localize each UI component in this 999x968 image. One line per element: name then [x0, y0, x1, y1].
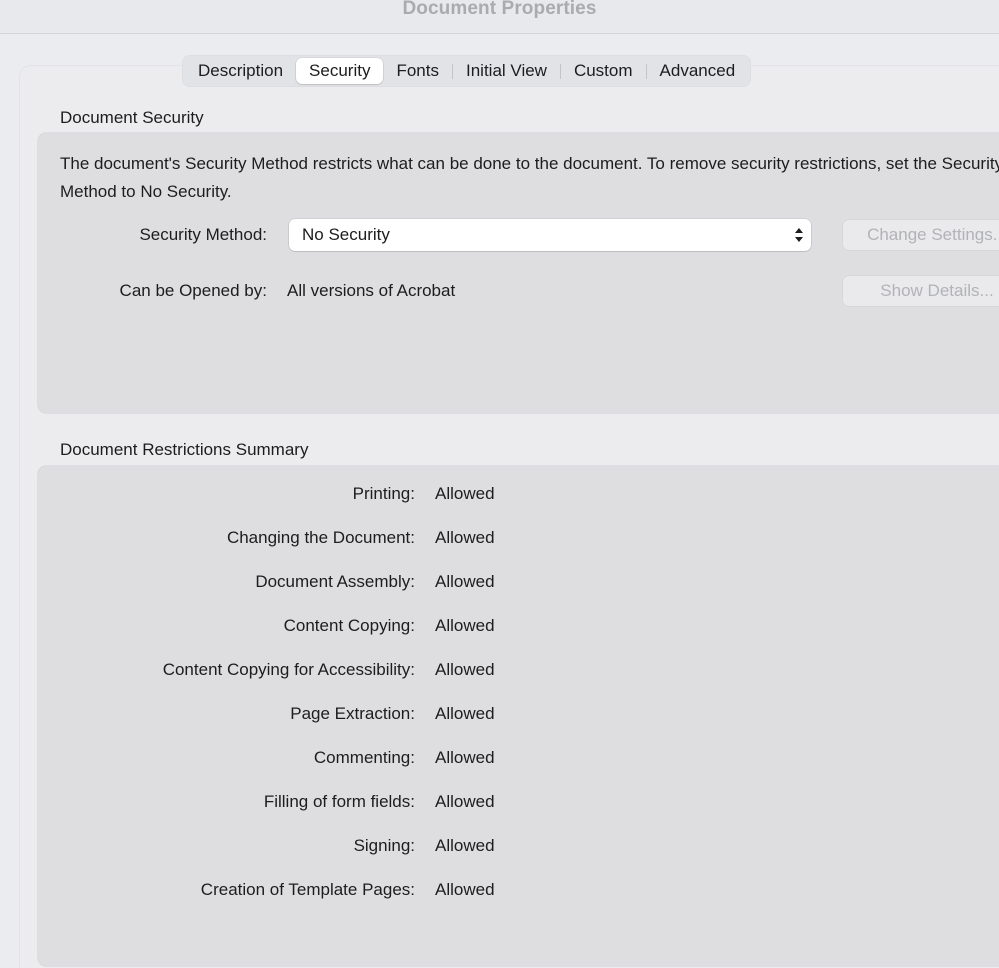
- restriction-label: Signing:: [353, 836, 415, 855]
- window-title: Document Properties: [402, 0, 597, 19]
- can-be-opened-by-value: All versions of Acrobat: [287, 281, 456, 300]
- restriction-value: Allowed: [435, 616, 495, 635]
- restriction-label: Document Assembly:: [255, 572, 415, 591]
- restrictions-list: Printing: Allowed Changing the Document: Al…: [0, 484, 999, 924]
- tab-fonts[interactable]: Fonts: [383, 58, 452, 84]
- restriction-label: Commenting:: [313, 748, 415, 767]
- restriction-row: Changing the Document: Allowed: [0, 528, 999, 572]
- restriction-row: Creation of Template Pages: Allowed: [0, 880, 999, 924]
- restriction-label: Content Copying for Accessibility:: [162, 660, 415, 679]
- document-security-heading: Document Security: [60, 108, 204, 127]
- restriction-value: Allowed: [435, 792, 495, 811]
- tab-bar: Description Security Fonts Initial View Cust…: [182, 55, 752, 87]
- restriction-row: Document Assembly: Allowed: [0, 572, 999, 616]
- restriction-value: Allowed: [435, 484, 495, 503]
- restriction-row: Filling of form fields: Allowed: [0, 792, 999, 836]
- security-method-label: Security Method:: [139, 225, 267, 244]
- restriction-label: Filling of form fields:: [263, 792, 415, 811]
- restriction-label: Printing:: [352, 484, 415, 503]
- show-details-button[interactable]: Show Details...: [843, 276, 999, 306]
- can-be-opened-by-label: Can be Opened by:: [119, 281, 267, 300]
- restriction-row: Commenting: Allowed: [0, 748, 999, 792]
- tab-advanced[interactable]: Advanced: [647, 58, 749, 84]
- restriction-row: Signing: Allowed: [0, 836, 999, 880]
- tab-description[interactable]: Description: [185, 58, 296, 84]
- tab-security[interactable]: Security: [296, 58, 384, 84]
- restriction-label: Changing the Document:: [226, 528, 415, 547]
- restriction-row: Page Extraction: Allowed: [0, 704, 999, 748]
- restriction-row: Content Copying for Accessibility: Allowe…: [0, 660, 999, 704]
- restriction-value: Allowed: [435, 704, 495, 723]
- restriction-label: Page Extraction:: [290, 704, 415, 723]
- security-method-dropdown[interactable]: No Security: [289, 219, 811, 251]
- restriction-value: Allowed: [435, 572, 495, 591]
- restriction-value: Allowed: [435, 880, 495, 899]
- restriction-label: Content Copying:: [283, 616, 415, 635]
- security-description-text: The document's Security Method restricts…: [60, 154, 999, 201]
- document-properties-window: Document Properties Description Security F…: [0, 0, 999, 968]
- restriction-label: Creation of Template Pages:: [200, 880, 415, 899]
- restriction-row: Content Copying: Allowed: [0, 616, 999, 660]
- security-method-value: No Security: [302, 225, 390, 244]
- tab-custom[interactable]: Custom: [561, 58, 646, 84]
- restriction-value: Allowed: [435, 836, 495, 855]
- restriction-row: Printing: Allowed: [0, 484, 999, 528]
- document-restrictions-heading: Document Restrictions Summary: [60, 440, 309, 459]
- restriction-value: Allowed: [435, 528, 495, 547]
- window-titlebar: Document Properties: [0, 0, 999, 34]
- tab-initial-view[interactable]: Initial View: [453, 58, 560, 84]
- restriction-value: Allowed: [435, 660, 495, 679]
- chevron-up-down-icon: [787, 219, 811, 251]
- change-settings-button[interactable]: Change Settings...: [843, 220, 999, 250]
- restriction-value: Allowed: [435, 748, 495, 767]
